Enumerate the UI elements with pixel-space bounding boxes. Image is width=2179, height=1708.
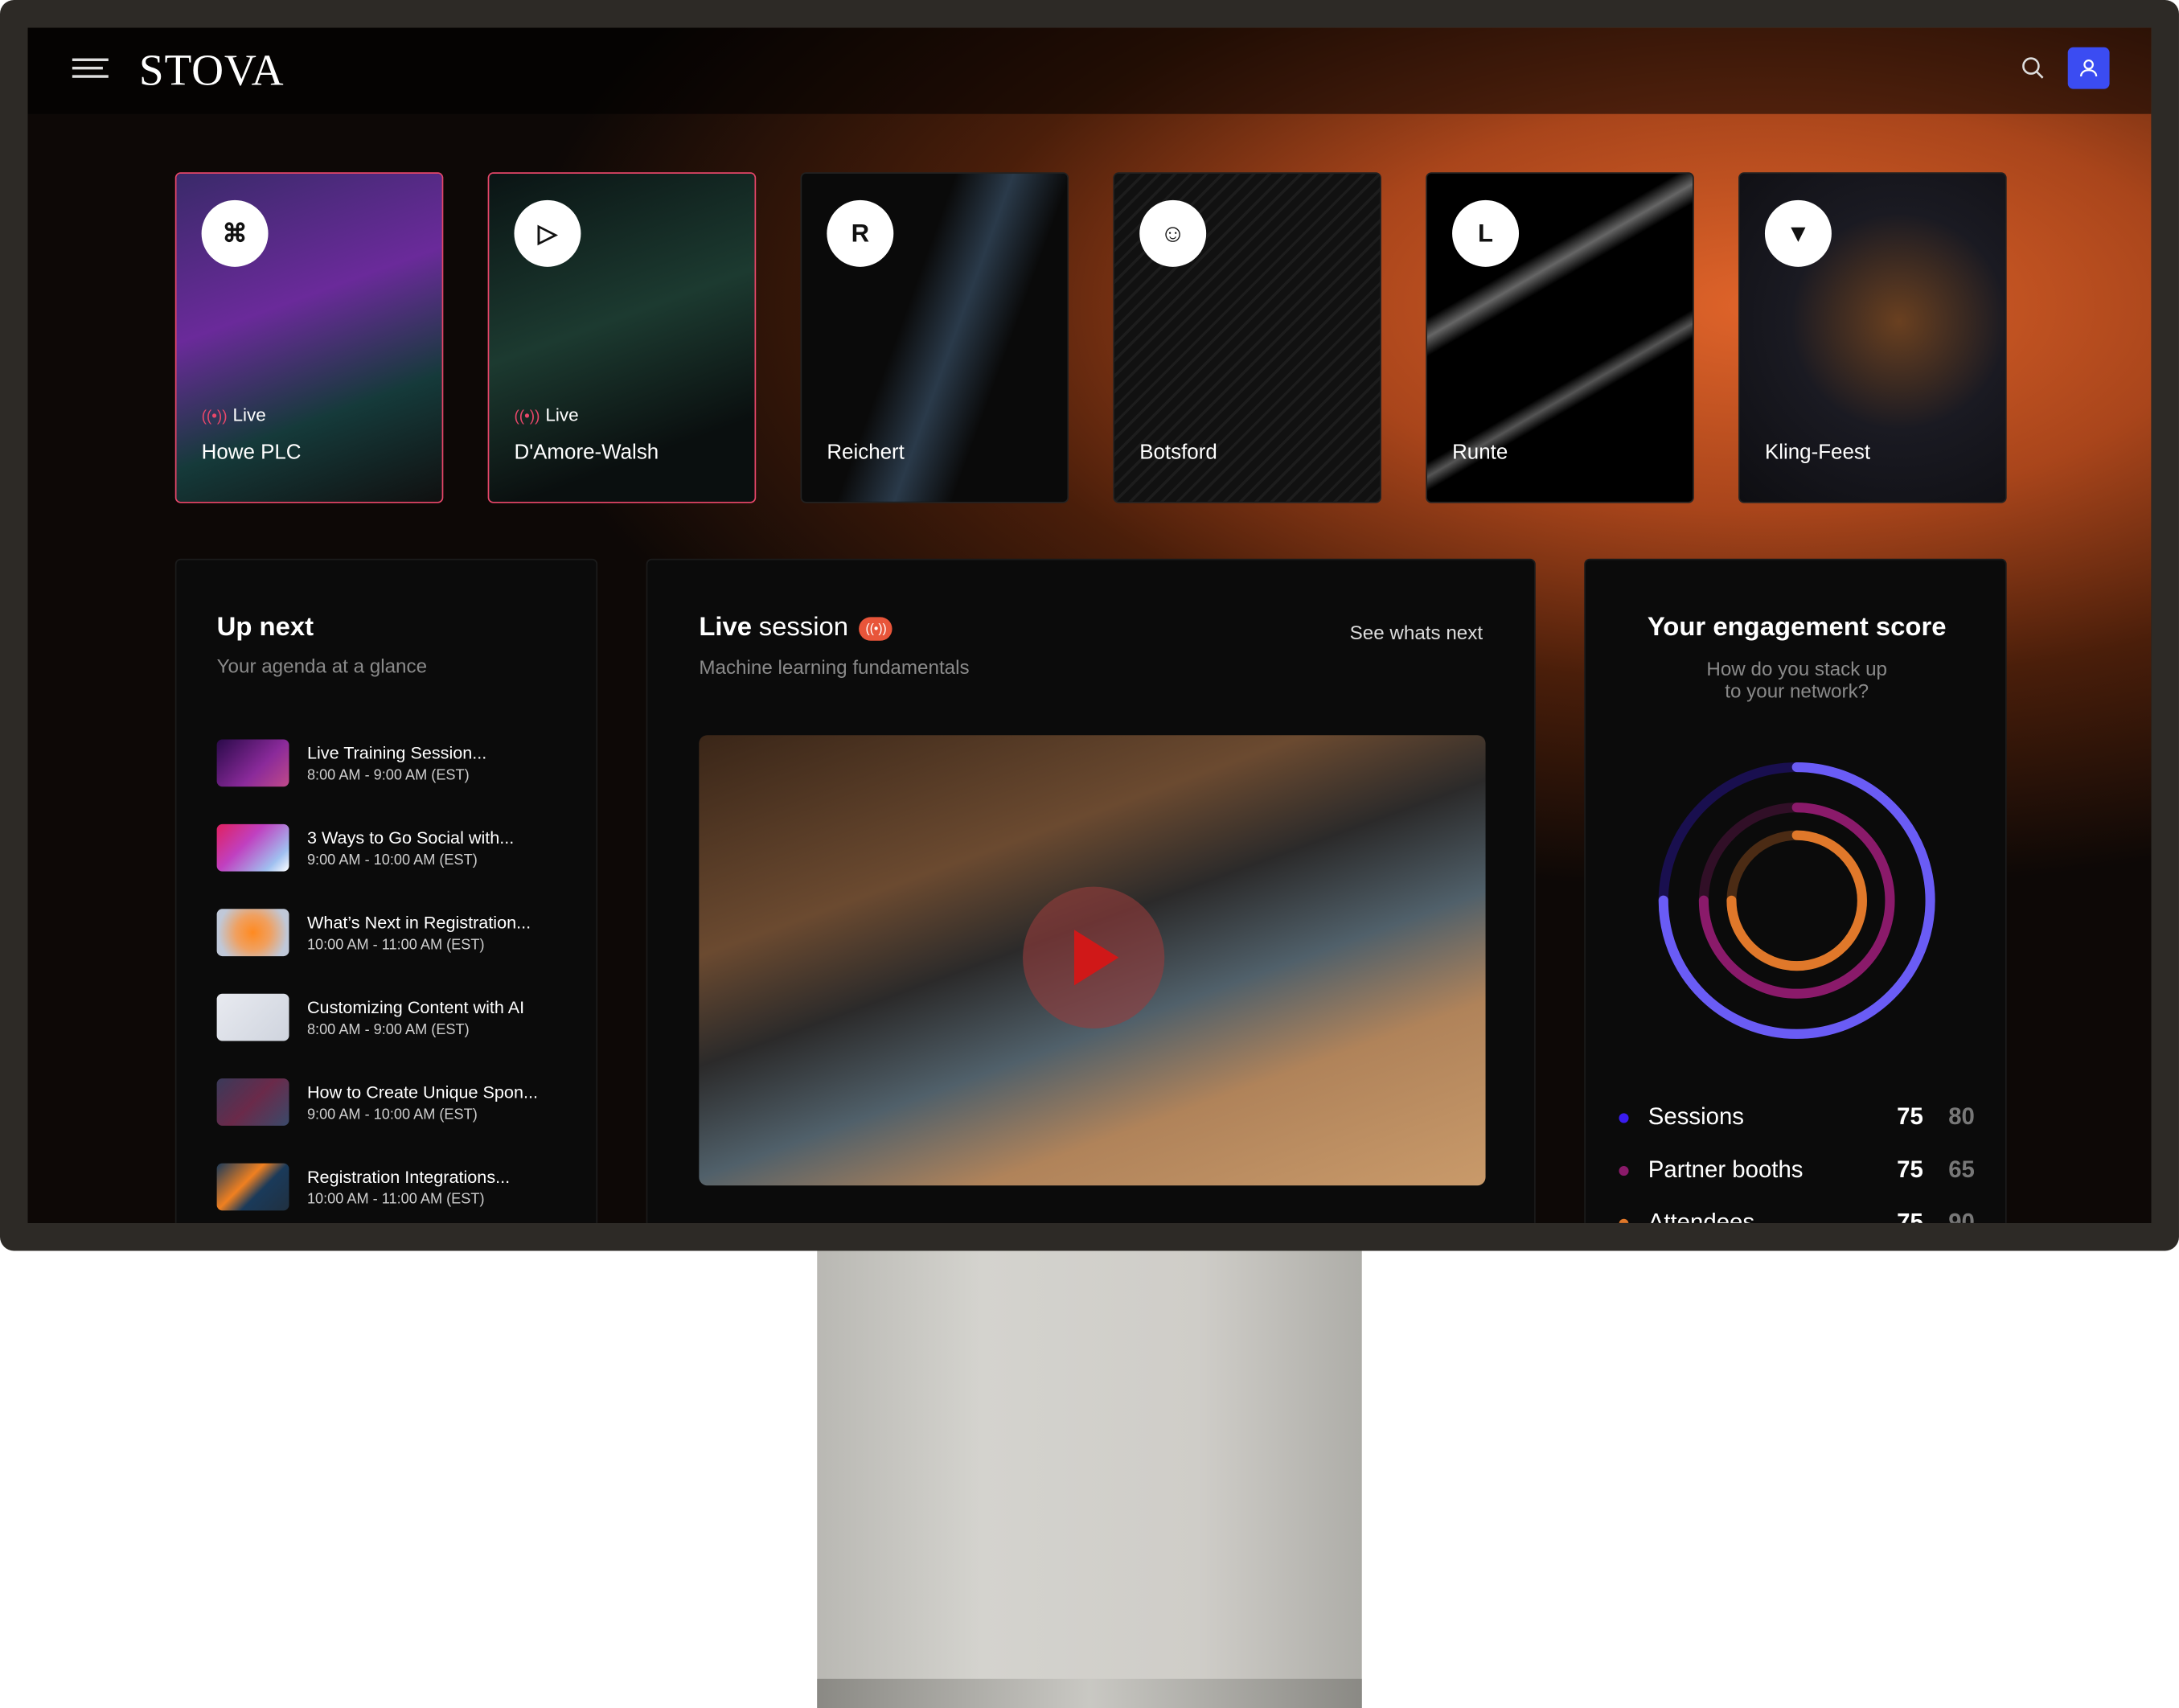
- agenda-time: 10:00 AM - 11:00 AM (EST): [306, 1190, 485, 1208]
- monitor-stand: [817, 1250, 1362, 1708]
- agenda-title: What’s Next in Registration...: [306, 912, 531, 932]
- engagement-subtitle-2: to your network?: [1725, 680, 1869, 702]
- agenda-thumbnail: [216, 1078, 289, 1126]
- exhibitor-card[interactable]: R Reichert: [800, 172, 1069, 503]
- card-name: Howe PLC: [201, 440, 302, 465]
- agenda-text: What’s Next in Registration... 10:00 AM -…: [307, 913, 531, 953]
- play-button[interactable]: [1023, 886, 1165, 1028]
- card-name: D'Amore-Walsh: [514, 440, 659, 465]
- live-indicator: ((•)) Live: [514, 404, 584, 425]
- agenda-title: 3 Ways to Go Social with...: [306, 827, 515, 848]
- exhibitor-card[interactable]: ▼ Kling-Feest: [1738, 172, 2007, 503]
- video-player[interactable]: [699, 735, 1486, 1186]
- search-icon[interactable]: [2021, 55, 2046, 80]
- building-icon: ⌘: [201, 199, 269, 267]
- app-screen: STOVA ⌘ ((•)) Live Howe PLC ▷ ((•)) Live D'Amor…: [27, 27, 2152, 1223]
- agenda-text: 3 Ways to Go Social with... 9:00 AM - 10:…: [307, 827, 514, 868]
- broadcast-icon: ((•)): [201, 409, 228, 425]
- broadcast-icon: ((•)): [514, 409, 540, 425]
- user-button[interactable]: [2067, 47, 2110, 89]
- exhibitor-card[interactable]: ⌘ ((•)) Live Howe PLC: [174, 172, 444, 503]
- card-name: Kling-Feest: [1764, 440, 1871, 465]
- exhibitor-card[interactable]: L Runte: [1426, 172, 1694, 503]
- live-session-title-bold: Live: [699, 613, 753, 643]
- legend-score: 75: [1897, 1209, 1923, 1223]
- agenda-time: 9:00 AM - 10:00 AM (EST): [306, 851, 478, 868]
- live-session-title-rest: session: [758, 613, 849, 643]
- agenda-time: 10:00 AM - 11:00 AM (EST): [306, 936, 485, 953]
- agenda-item[interactable]: What’s Next in Registration... 10:00 AM -…: [216, 909, 531, 957]
- legend-network-score: 90: [1948, 1209, 1975, 1223]
- agenda-text: Live Training Session... 8:00 AM - 9:00 A…: [307, 743, 486, 783]
- agenda-time: 9:00 AM - 10:00 AM (EST): [306, 1105, 478, 1123]
- up-next-subtitle: Your agenda at a glance: [216, 655, 428, 677]
- agenda-item[interactable]: Customizing Content with AI 8:00 AM - 9:0…: [216, 993, 524, 1041]
- agenda-text: How to Create Unique Spon... 9:00 AM - 10…: [307, 1082, 538, 1122]
- agenda-time: 8:00 AM - 9:00 AM (EST): [306, 1020, 470, 1038]
- legend-network-score: 80: [1948, 1103, 1975, 1131]
- engagement-subtitle-1: How do you stack up: [1706, 657, 1888, 680]
- l-logo-icon: L: [1452, 199, 1520, 267]
- legend-dot: [1619, 1112, 1629, 1123]
- chat-icon: ☺: [1139, 199, 1207, 267]
- legend-label: Attendees: [1648, 1209, 1755, 1223]
- legend-score: 75: [1897, 1103, 1923, 1131]
- up-next-title: Up next: [216, 613, 314, 643]
- agenda-item[interactable]: Live Training Session... 8:00 AM - 9:00 A…: [216, 739, 486, 787]
- agenda-thumbnail: [216, 823, 289, 872]
- agenda-thumbnail: [216, 739, 289, 787]
- broadcast-icon: ((•)): [859, 616, 893, 640]
- logo: STOVA: [138, 44, 285, 95]
- live-session-panel: Live session ((•)) Machine learning fund…: [646, 558, 1536, 1223]
- engagement-rings-chart: [1658, 762, 1935, 1039]
- agenda-title: Registration Integrations...: [306, 1166, 511, 1187]
- agenda-title: Live Training Session...: [306, 742, 487, 762]
- exhibitor-card[interactable]: ☺ Botsford: [1113, 172, 1381, 503]
- play-icon: [1073, 930, 1119, 986]
- r-logo-icon: R: [827, 199, 894, 267]
- card-name: Botsford: [1139, 440, 1217, 465]
- agenda-title: Customizing Content with AI: [306, 997, 525, 1017]
- live-label: Live: [545, 404, 579, 425]
- live-indicator: ((•)) Live: [202, 404, 272, 425]
- agenda-thumbnail: [216, 993, 289, 1041]
- legend-network-score: 65: [1948, 1156, 1975, 1183]
- legend-row: Attendees 75 90: [1619, 1209, 1975, 1223]
- see-whats-next-link[interactable]: See whats next: [1350, 622, 1483, 644]
- top-header: STOVA: [27, 27, 2152, 114]
- agenda-thumbnail: [216, 1163, 289, 1211]
- agenda-item[interactable]: Registration Integrations... 10:00 AM - 1…: [216, 1163, 510, 1211]
- card-name: Reichert: [827, 440, 905, 465]
- engagement-title: Your engagement score: [1647, 613, 1947, 643]
- hamburger-icon[interactable]: [72, 58, 109, 81]
- legend-score: 75: [1897, 1156, 1923, 1183]
- agenda-time: 8:00 AM - 9:00 AM (EST): [306, 766, 470, 783]
- up-next-panel: Up next Your agenda at a glance Live Tra…: [174, 558, 598, 1223]
- monitor-stand-foot: [817, 1678, 1362, 1708]
- agenda-item[interactable]: How to Create Unique Spon... 9:00 AM - 10…: [216, 1078, 538, 1126]
- live-session-subtitle: Machine learning fundamentals: [699, 655, 970, 679]
- engagement-panel: Your engagement score How do you stack u…: [1584, 558, 2007, 1223]
- exhibitor-card[interactable]: ▷ ((•)) Live D'Amore-Walsh: [487, 172, 757, 503]
- agenda-text: Customizing Content with AI 8:00 AM - 9:0…: [307, 997, 524, 1037]
- legend-dot: [1619, 1165, 1629, 1176]
- play-icon: ▷: [514, 199, 581, 267]
- legend-label: Partner booths: [1648, 1156, 1804, 1183]
- agenda-title: How to Create Unique Spon...: [306, 1082, 538, 1102]
- wifi-shield-icon: ▼: [1764, 199, 1832, 267]
- agenda-item[interactable]: 3 Ways to Go Social with... 9:00 AM - 10:…: [216, 823, 514, 872]
- legend-row: Sessions 75 80: [1619, 1103, 1975, 1131]
- legend-dot: [1619, 1217, 1629, 1223]
- agenda-text: Registration Integrations... 10:00 AM - 1…: [307, 1167, 510, 1207]
- agenda-thumbnail: [216, 909, 289, 957]
- legend-label: Sessions: [1648, 1103, 1744, 1131]
- legend-row: Partner booths 75 65: [1619, 1156, 1975, 1185]
- user-icon: [2080, 60, 2098, 77]
- live-label: Live: [232, 404, 266, 425]
- card-name: Runte: [1452, 440, 1508, 465]
